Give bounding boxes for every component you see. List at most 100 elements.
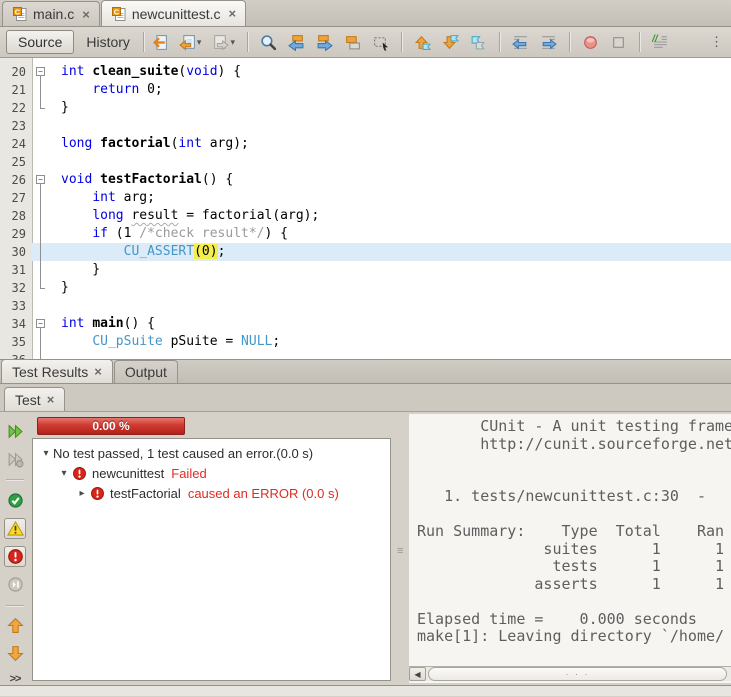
- shift-line-left-button[interactable]: [512, 34, 529, 51]
- line-number[interactable]: 35: [0, 333, 32, 351]
- code-line[interactable]: 34−int main() {: [0, 315, 731, 333]
- test-output-pane: CUnit - A unit testing framew http://cun…: [409, 414, 731, 683]
- toolbar-overflow-icon[interactable]: ⋮: [708, 34, 725, 50]
- fold-line-icon: [32, 351, 48, 359]
- line-number[interactable]: 33: [0, 297, 32, 315]
- history-view-button[interactable]: History: [74, 31, 142, 53]
- jump-last-edit-button[interactable]: [151, 34, 168, 51]
- line-number[interactable]: 22: [0, 99, 32, 117]
- code-line[interactable]: 22}: [0, 99, 731, 117]
- results-tree[interactable]: ▾No test passed, 1 test caused an error.…: [32, 438, 391, 681]
- results-tab-output[interactable]: Output: [114, 360, 178, 383]
- find-button[interactable]: [260, 34, 277, 51]
- next-failure-button[interactable]: [4, 643, 26, 664]
- show-warnings-button[interactable]: [4, 518, 26, 539]
- close-icon[interactable]: ×: [94, 364, 102, 379]
- code-line[interactable]: 20−int clean_suite(void) {: [0, 63, 731, 81]
- horizontal-scrollbar[interactable]: ◀ · · ·: [409, 666, 731, 681]
- show-failed-button[interactable]: [4, 546, 26, 567]
- next-bookmark-button[interactable]: [442, 34, 459, 51]
- tree-expanded-arrow-icon[interactable]: ▾: [39, 448, 53, 459]
- line-number[interactable]: 30: [0, 243, 32, 261]
- tab-label: Test: [15, 392, 41, 408]
- line-number[interactable]: 27: [0, 189, 32, 207]
- editor-tab-newcunittest.c[interactable]: Cnewcunittest.c×: [101, 0, 246, 26]
- line-number[interactable]: 36: [0, 351, 32, 359]
- source-view-button[interactable]: Source: [6, 30, 74, 54]
- stop-macro-recording-button[interactable]: [610, 34, 627, 51]
- fold-box-icon[interactable]: −: [32, 171, 48, 189]
- code-line[interactable]: 35 CU_pSuite pSuite = NULL;: [0, 333, 731, 351]
- rail-overflow-button[interactable]: >>: [10, 673, 21, 685]
- close-icon[interactable]: ×: [47, 392, 55, 407]
- tree-expanded-arrow-icon[interactable]: ▾: [57, 468, 71, 479]
- line-number[interactable]: 31: [0, 261, 32, 279]
- code-editor[interactable]: 20−int clean_suite(void) {21 return 0;22…: [0, 58, 731, 359]
- toolbar-separator: [569, 32, 570, 52]
- results-subtab-test[interactable]: Test ×: [4, 387, 65, 411]
- code-line[interactable]: 25: [0, 153, 731, 171]
- tree-collapsed-arrow-icon[interactable]: ▸: [75, 488, 89, 499]
- line-number[interactable]: 24: [0, 135, 32, 153]
- line-number[interactable]: 26: [0, 171, 32, 189]
- line-number[interactable]: 23: [0, 117, 32, 135]
- show-passed-button[interactable]: [4, 489, 26, 510]
- dropdown-caret-icon[interactable]: ▾: [230, 37, 235, 48]
- code-line[interactable]: 21 return 0;: [0, 81, 731, 99]
- close-icon[interactable]: ×: [229, 7, 237, 20]
- start-macro-recording-button[interactable]: [582, 34, 599, 51]
- toolbar-separator: [247, 32, 248, 52]
- line-number[interactable]: 21: [0, 81, 32, 99]
- line-number[interactable]: 32: [0, 279, 32, 297]
- line-number[interactable]: 28: [0, 207, 32, 225]
- show-aborted-button[interactable]: [4, 574, 26, 595]
- test-tree-row[interactable]: ▾newcunittestFailed: [33, 463, 390, 483]
- fold-line-icon: [32, 207, 48, 225]
- fold-collapse-icon[interactable]: −: [36, 319, 45, 328]
- comment-lines-button[interactable]: //: [652, 34, 669, 51]
- code-line[interactable]: 23: [0, 117, 731, 135]
- fold-box-icon[interactable]: −: [32, 63, 48, 81]
- fold-collapse-icon[interactable]: −: [36, 67, 45, 76]
- line-number[interactable]: 29: [0, 225, 32, 243]
- forward-button[interactable]: ▾: [212, 34, 235, 51]
- find-previous-button[interactable]: [288, 34, 305, 51]
- line-number[interactable]: 25: [0, 153, 32, 171]
- fold-collapse-icon[interactable]: −: [36, 175, 45, 184]
- test-tree-row[interactable]: ▾No test passed, 1 test caused an error.…: [33, 443, 390, 463]
- toggle-highlight-search-button[interactable]: [344, 34, 361, 51]
- code-line[interactable]: 29 if (1 /*check result*/) {: [0, 225, 731, 243]
- close-icon[interactable]: ×: [82, 8, 90, 21]
- test-tree-row[interactable]: ▸testFactorialcaused an ERROR (0.0 s): [33, 483, 390, 503]
- rectangular-selection-button[interactable]: [372, 34, 389, 51]
- line-number[interactable]: 20: [0, 63, 32, 81]
- code-line[interactable]: 31 }: [0, 261, 731, 279]
- rerun-tests-button[interactable]: [4, 421, 26, 442]
- code-line[interactable]: 27 int arg;: [0, 189, 731, 207]
- code-line[interactable]: 26−void testFactorial() {: [0, 171, 731, 189]
- code-line[interactable]: 32}: [0, 279, 731, 297]
- test-output-text[interactable]: CUnit - A unit testing framew http://cun…: [409, 414, 731, 666]
- previous-failure-button[interactable]: [4, 615, 26, 636]
- dropdown-caret-icon[interactable]: ▾: [197, 37, 202, 48]
- code-line[interactable]: 33: [0, 297, 731, 315]
- code-line[interactable]: 28 long result = factorial(arg);: [0, 207, 731, 225]
- results-tab-test-results[interactable]: Test Results×: [1, 359, 113, 383]
- previous-bookmark-button[interactable]: [414, 34, 431, 51]
- code-line[interactable]: 36: [0, 351, 731, 359]
- shift-line-right-button[interactable]: [540, 34, 557, 51]
- toggle-bookmark-button[interactable]: [470, 34, 487, 51]
- line-number[interactable]: 34: [0, 315, 32, 333]
- rerun-failed-tests-button[interactable]: [4, 449, 26, 470]
- splitter-grip-icon[interactable]: ≡: [397, 546, 403, 557]
- code-line[interactable]: 30 CU_ASSERT(0);: [0, 243, 731, 261]
- scrollbar-thumb[interactable]: · · ·: [428, 667, 727, 681]
- back-button[interactable]: ▾: [179, 34, 202, 51]
- code-line[interactable]: 24long factorial(int arg);: [0, 135, 731, 153]
- editor-tab-main.c[interactable]: Cmain.c×: [2, 1, 100, 26]
- fold-box-icon[interactable]: −: [32, 315, 48, 333]
- scroll-left-arrow-icon[interactable]: ◀: [409, 667, 426, 681]
- results-left-pane: 0.00 % ▾No test passed, 1 test caused an…: [30, 412, 393, 685]
- find-next-button[interactable]: [316, 34, 333, 51]
- panel-splitter[interactable]: ≡: [393, 412, 409, 685]
